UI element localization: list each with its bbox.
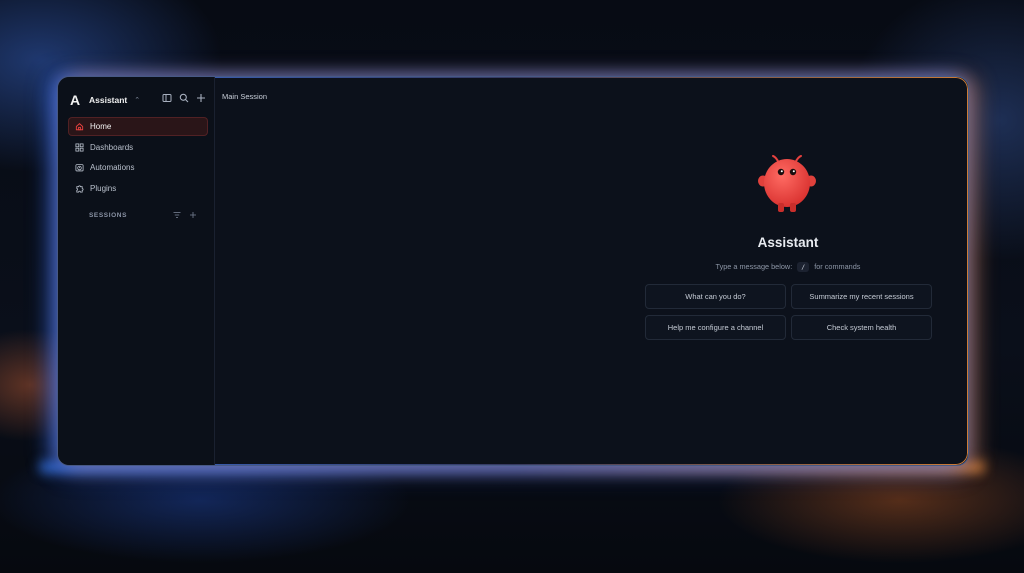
slash-key: / (797, 262, 810, 272)
app-window: A Assistant ⌃ Home Dashboards Automation… (57, 76, 969, 466)
sessions-label: SESSIONS (89, 211, 128, 219)
sidebar-toolbar (162, 93, 206, 103)
sidebar-item-label: Plugins (90, 183, 117, 193)
sidebar-item-dashboards[interactable]: Dashboards (68, 138, 208, 157)
sidebar-item-automations[interactable]: Automations (68, 158, 208, 177)
sessions-header: SESSIONS (89, 211, 197, 219)
sessions-tools (173, 211, 197, 219)
sidebar-item-label: Automations (90, 163, 135, 172)
add-session-icon[interactable] (189, 211, 197, 219)
clock-calendar-icon (75, 164, 84, 172)
sidebar-item-plugins[interactable]: Plugins (68, 179, 208, 198)
hint-prefix: Type a message below (715, 262, 791, 271)
plus-icon[interactable] (196, 93, 206, 103)
search-icon[interactable] (179, 93, 189, 103)
suggestion-chip[interactable]: Check system health (791, 315, 932, 340)
workspace-switcher[interactable]: A Assistant ⌃ (70, 91, 140, 109)
sidebar-item-home[interactable]: Home (68, 117, 208, 136)
app-name: Assistant (89, 95, 128, 105)
puzzle-icon (76, 184, 84, 193)
home-icon (75, 123, 84, 131)
hero-hint: Type a message below: / for commands (715, 262, 861, 272)
chevron-updown-icon: ⌃ (134, 97, 141, 104)
brand-logo: A (70, 92, 81, 108)
suggestion-chip[interactable]: What can you do? (645, 284, 786, 309)
mascot-logo (758, 155, 816, 212)
filter-icon[interactable] (173, 211, 181, 219)
hero-title: Assistant (757, 235, 819, 250)
main-panel: Main Session Assistant Type a message be… (215, 77, 968, 465)
grid-icon (75, 142, 84, 152)
sidebar-item-label: Dashboards (90, 142, 134, 152)
sidebar-item-label: Home (90, 122, 112, 131)
suggestion-chip[interactable]: Help me configure a channel (645, 315, 786, 340)
suggestion-chip[interactable]: Summarize my recent sessions (791, 284, 932, 309)
sidebar-toggle-icon[interactable] (162, 93, 172, 103)
suggestion-list: What can you do? Summarize my recent ses… (645, 284, 933, 340)
breadcrumb: Main Session (222, 92, 268, 101)
hint-suffix: for commands (814, 262, 861, 271)
sidebar: A Assistant ⌃ Home Dashboards Automation… (58, 77, 215, 465)
sidebar-nav: Home Dashboards Automations Plugins (68, 117, 208, 199)
